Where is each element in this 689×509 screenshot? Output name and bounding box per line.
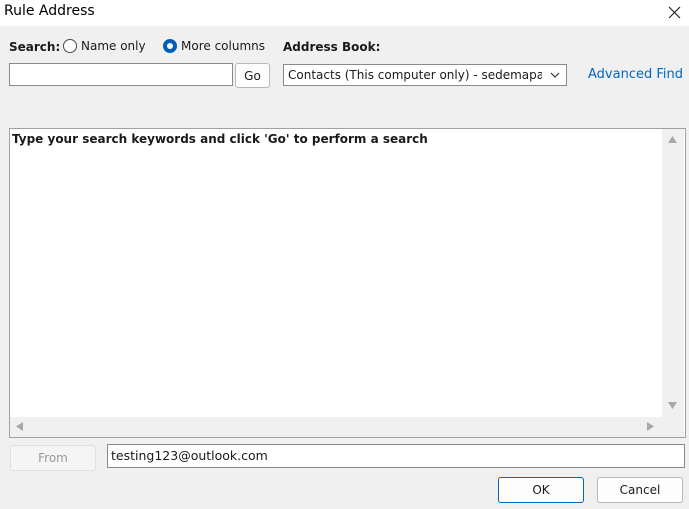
cancel-button-label: Cancel: [619, 483, 661, 497]
go-button[interactable]: Go: [235, 63, 270, 88]
name-only-radio[interactable]: Name only: [63, 39, 146, 53]
close-icon: [668, 6, 681, 18]
results-list[interactable]: [9, 128, 686, 438]
scroll-right-icon[interactable]: [647, 422, 654, 431]
window-title: Rule Address: [4, 3, 95, 19]
radio-selected-icon: [163, 39, 177, 53]
search-input[interactable]: [9, 63, 233, 86]
from-button[interactable]: From: [10, 445, 96, 471]
address-book-value: Contacts (This computer only) - sedemapa…: [288, 68, 542, 82]
go-button-label: Go: [244, 68, 261, 83]
cancel-button[interactable]: Cancel: [597, 477, 683, 503]
more-columns-label: More columns: [181, 39, 265, 53]
from-button-label: From: [38, 451, 68, 465]
title-bar: [0, 0, 689, 26]
chevron-down-icon: [550, 72, 560, 78]
address-book-label: Address Book:: [283, 40, 381, 54]
scrollbar-corner: [662, 417, 684, 437]
close-button[interactable]: [660, 0, 689, 24]
search-label: Search:: [9, 40, 61, 54]
results-message: Type your search keywords and click 'Go'…: [12, 132, 428, 146]
radio-icon: [63, 39, 77, 53]
advanced-find-link[interactable]: Advanced Find: [588, 67, 683, 82]
more-columns-radio[interactable]: More columns: [163, 39, 265, 53]
from-field[interactable]: testing123@outlook.com: [107, 444, 685, 468]
scroll-left-icon[interactable]: [16, 422, 23, 431]
horizontal-scrollbar[interactable]: [10, 417, 662, 437]
ok-button-label: OK: [532, 483, 550, 497]
vertical-scrollbar[interactable]: [662, 129, 684, 417]
ok-button[interactable]: OK: [498, 477, 584, 503]
name-only-label: Name only: [81, 39, 146, 53]
scroll-down-icon[interactable]: [668, 402, 677, 409]
from-field-value: testing123@outlook.com: [111, 448, 268, 463]
address-book-select[interactable]: Contacts (This computer only) - sedemapa…: [283, 64, 567, 86]
scroll-up-icon[interactable]: [668, 136, 677, 143]
